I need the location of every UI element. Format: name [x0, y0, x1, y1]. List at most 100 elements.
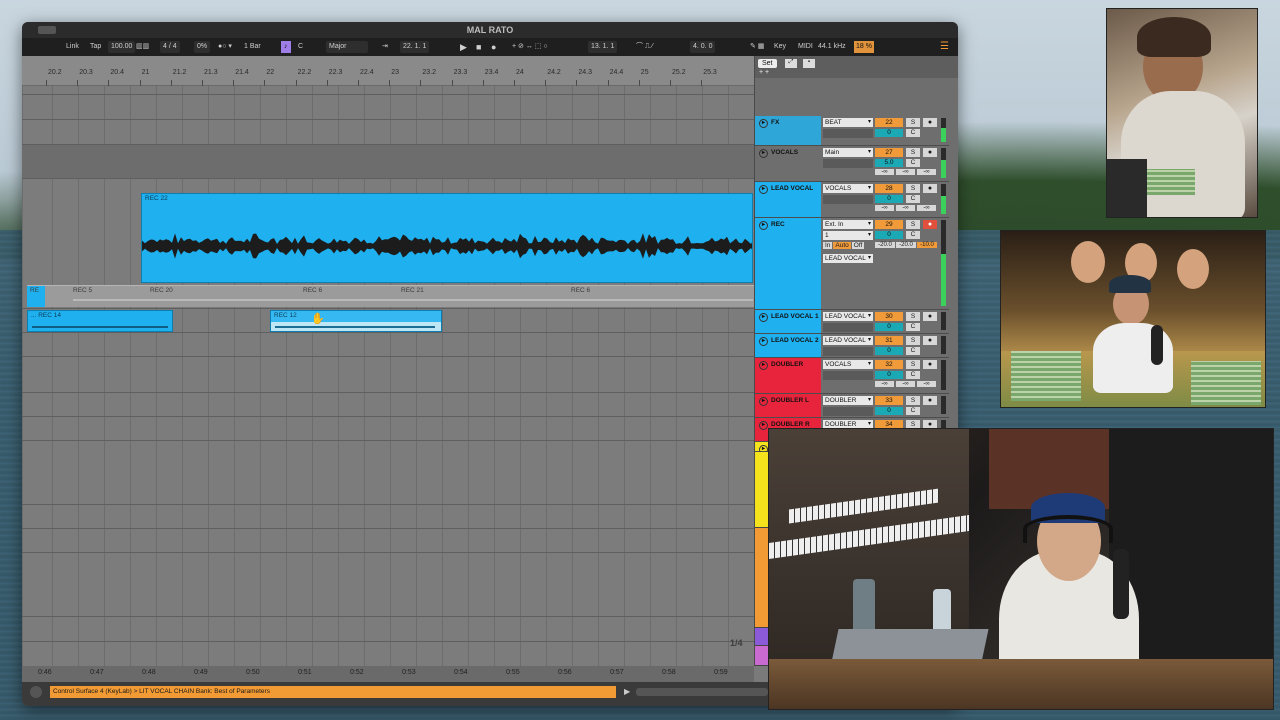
pan-field[interactable]: C: [906, 195, 920, 203]
output-select[interactable]: LEAD VOCAL: [823, 254, 873, 263]
output-routing-select[interactable]: Main: [823, 148, 873, 157]
key-map-button[interactable]: Key: [774, 38, 786, 56]
fold-icon[interactable]: ▸: [759, 119, 768, 128]
volume-field[interactable]: 0: [875, 195, 903, 203]
loop-length-field[interactable]: 4. 0. 0: [690, 41, 716, 53]
track-activator[interactable]: 28: [875, 184, 903, 193]
track-group-strip[interactable]: [755, 528, 769, 628]
loop-start-field[interactable]: 13. 1. 1: [588, 41, 618, 53]
arm-button[interactable]: ●: [923, 118, 937, 127]
solo-button[interactable]: S: [906, 312, 920, 321]
arm-button[interactable]: ●: [923, 360, 937, 369]
send-values[interactable]: -∞ -∞ -∞: [875, 205, 938, 211]
punch-icons[interactable]: ⌒ ⎍ ⁄: [636, 38, 653, 56]
volume-field[interactable]: 0: [875, 407, 903, 415]
solo-button[interactable]: S: [906, 396, 920, 405]
output-routing-select[interactable]: DOUBLER: [823, 396, 873, 405]
track-activator[interactable]: 30: [875, 312, 903, 321]
track-header[interactable]: ▸ VOCALS: [755, 146, 821, 181]
track-row[interactable]: ▸LEAD VOCAL 1LEAD VOCAL300SC●: [755, 310, 949, 334]
play-icon[interactable]: ▶: [460, 38, 467, 56]
input-channel-select[interactable]: 1: [823, 231, 873, 240]
track-row[interactable]: ▸DOUBLERVOCALS320SC●-∞-∞-∞: [755, 358, 949, 394]
pan-field[interactable]: C: [906, 323, 920, 331]
pan-field[interactable]: C: [906, 347, 920, 355]
monitor-in-button[interactable]: In: [823, 242, 833, 249]
track-row[interactable]: ▸LEAD VOCAL 2LEAD VOCAL31 0SC●: [755, 334, 949, 358]
scale-select[interactable]: Major: [326, 41, 368, 53]
arm-button[interactable]: ●: [923, 184, 937, 193]
tempo-field[interactable]: 100.00: [108, 41, 136, 53]
send-value[interactable]: -∞: [917, 169, 936, 175]
bar-ruler[interactable]: 20.2 20.3 20.4 21 21.2 21.3 21.4 22 22.2 22.3 22.4…: [22, 56, 754, 86]
volume-field[interactable]: 0: [875, 231, 903, 239]
mini-scroll-bar[interactable]: [636, 688, 768, 696]
track-header[interactable]: ▸ DOUBLER L: [755, 394, 821, 417]
scale-toggle-icon[interactable]: ♪: [281, 41, 291, 53]
solo-button[interactable]: S: [906, 220, 920, 229]
volume-field[interactable]: 5.0: [875, 159, 903, 167]
solo-button[interactable]: S: [906, 148, 920, 157]
output-routing-select[interactable]: LEAD VOCAL: [823, 312, 873, 321]
send-value[interactable]: -∞: [896, 169, 915, 175]
send-value[interactable]: -20.0: [875, 242, 895, 248]
routing-sub[interactable]: [823, 347, 873, 356]
metronome-icon[interactable]: ▥▥: [136, 38, 149, 56]
track-activator[interactable]: 33: [875, 396, 903, 405]
fold-icon[interactable]: ▸: [759, 397, 768, 406]
send-value[interactable]: -∞: [896, 381, 915, 387]
track-row[interactable]: ▸RECExt. In290SC●1InAutoOff-20.0-20.0-10…: [755, 218, 949, 310]
output-routing-select[interactable]: LEAD VOCAL: [823, 336, 873, 345]
track-activator[interactable]: 22: [875, 118, 903, 127]
follow-icon[interactable]: ⇥: [382, 38, 388, 56]
track-header[interactable]: ▸ FX: [755, 116, 821, 145]
volume-field[interactable]: 0: [875, 323, 903, 331]
send-values[interactable]: -∞ -∞ -∞: [875, 381, 938, 387]
time-ruler[interactable]: 0:46 0:47 0:48 0:49 0:50 0:51 0:52 0:53 0:54 0:55…: [22, 666, 754, 682]
monitor-auto-button[interactable]: Auto: [833, 242, 851, 249]
fold-icon[interactable]: ▸: [759, 337, 768, 346]
lock-icon[interactable]: ▪: [803, 59, 815, 68]
solo-button[interactable]: S: [906, 118, 920, 127]
track-activator[interactable]: 29: [875, 220, 903, 229]
track-row[interactable]: ▸LEAD VOCALVOCALS280SC●-∞-∞-∞: [755, 182, 949, 218]
monitor-off-button[interactable]: Off: [851, 242, 865, 249]
track-activator[interactable]: 31: [875, 336, 903, 345]
arm-button[interactable]: ●: [923, 220, 937, 229]
volume-field[interactable]: 0: [875, 129, 903, 137]
audio-clip-rec22[interactable]: REC 22: [141, 193, 753, 283]
tap-button[interactable]: Tap: [90, 38, 101, 56]
midi-map-button[interactable]: MIDI: [798, 38, 813, 56]
pan-field[interactable]: C: [906, 231, 920, 239]
routing-sub[interactable]: [823, 407, 873, 416]
pan-field[interactable]: C: [906, 159, 920, 167]
track-header[interactable]: ▸ LEAD VOCAL 1: [755, 310, 821, 333]
record-icon[interactable]: ●: [491, 38, 496, 56]
track-activator[interactable]: 27: [875, 148, 903, 157]
position-field[interactable]: 22. 1. 1: [400, 41, 430, 53]
key-root-select[interactable]: C: [298, 38, 303, 56]
track-header[interactable]: ▸ LEAD VOCAL 2: [755, 334, 821, 357]
menu-icon[interactable]: ☰: [940, 38, 949, 56]
record-count-icon[interactable]: ●○ ▾: [218, 38, 232, 56]
pan-field[interactable]: C: [906, 407, 920, 415]
send-value[interactable]: -∞: [917, 205, 936, 211]
volume-field[interactable]: 0: [875, 347, 903, 355]
signature-field[interactable]: 4 / 4: [160, 41, 180, 53]
fold-icon[interactable]: ▸: [759, 313, 768, 322]
track-header[interactable]: ▸ LEAD VOCAL: [755, 182, 821, 217]
track-header[interactable]: ▸ REC: [755, 218, 821, 309]
fold-icon[interactable]: ▸: [759, 221, 768, 230]
draw-mode-icon[interactable]: ✎ ▦: [750, 38, 764, 56]
play-clip-icon[interactable]: ▶: [624, 687, 630, 696]
arm-button[interactable]: ●: [923, 336, 937, 345]
send-values[interactable]: -∞ -∞ -∞: [875, 169, 938, 175]
expand-icon[interactable]: ⤢: [785, 59, 797, 68]
volume-field[interactable]: 0: [875, 371, 903, 379]
track-group-strip[interactable]: [755, 646, 769, 666]
track-row[interactable]: ▸FXBEAT220SC●: [755, 116, 949, 146]
solo-button[interactable]: S: [906, 336, 920, 345]
pan-field[interactable]: C: [906, 129, 920, 137]
routing-sub[interactable]: [823, 159, 873, 168]
fold-icon[interactable]: ▸: [759, 361, 768, 370]
